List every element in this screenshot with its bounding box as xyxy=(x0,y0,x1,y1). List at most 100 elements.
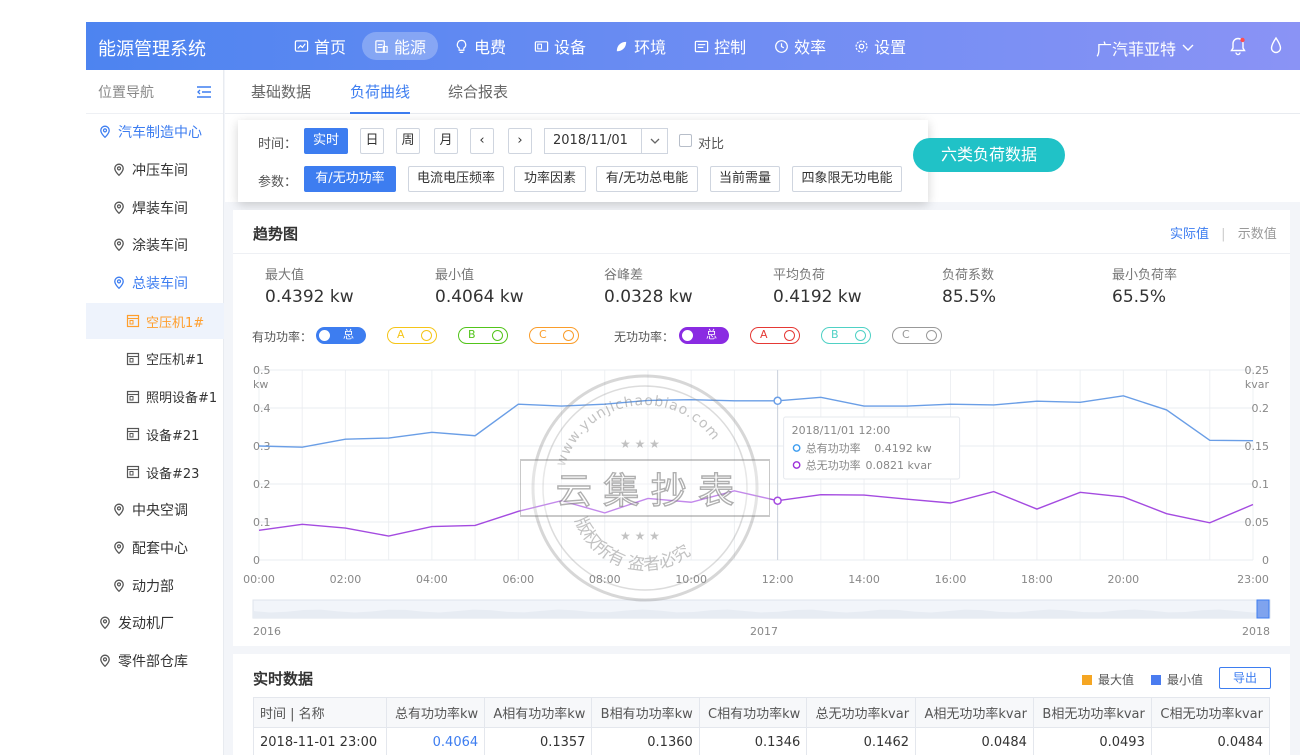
sub-tabs: 基础数据 负荷曲线 综合报表 xyxy=(225,70,1300,114)
y2-tick-label: 0.15 xyxy=(1245,440,1270,453)
location-pin-icon xyxy=(114,238,124,252)
nav-environment[interactable]: 环境 xyxy=(602,32,678,60)
panel-icon xyxy=(694,40,709,52)
toggle-knob xyxy=(855,329,866,341)
nav-device-label: 设备 xyxy=(554,38,587,57)
reactive-power-label: 无功功率： xyxy=(614,330,675,344)
y2-tick-label: 0.05 xyxy=(1245,516,1270,529)
sidebar-item[interactable]: 焊装车间 xyxy=(86,190,224,226)
legend-max: 最大值 xyxy=(1082,671,1134,688)
tab-report[interactable]: 综合报表 xyxy=(448,70,508,114)
active-power-label: 有功功率： xyxy=(252,330,313,344)
y2-tick-label: 0.2 xyxy=(1252,402,1270,415)
date-value: 2018/11/01 xyxy=(553,133,628,148)
sidebar-item[interactable]: 设备#23 xyxy=(86,454,224,490)
chart-line-icon xyxy=(294,39,309,52)
table-cell: 0.1346 xyxy=(698,727,808,755)
droplet-icon[interactable] xyxy=(1267,36,1285,56)
param-current-voltage-freq[interactable]: 电流电压频率 xyxy=(408,166,504,192)
device-box-icon xyxy=(126,466,140,479)
nav-home[interactable]: 首页 xyxy=(282,32,358,60)
stat-label: 负荷系数 xyxy=(942,268,995,283)
sidebar-item[interactable]: 配套中心 xyxy=(86,530,224,566)
reactive-toggle[interactable]: 总 xyxy=(679,327,729,344)
stat-value: 0.4192 kw xyxy=(773,287,862,307)
active-toggle[interactable]: C xyxy=(529,327,579,344)
prev-button[interactable]: ‹ xyxy=(470,128,494,154)
param-active-reactive-power[interactable]: 有/无功功率 xyxy=(304,166,396,192)
slider-label: 2018 xyxy=(1242,625,1270,638)
collapse-menu-icon[interactable] xyxy=(197,85,211,98)
sidebar-item[interactable]: 动力部 xyxy=(86,568,224,604)
sidebar-item-label: 焊装车间 xyxy=(132,200,188,217)
export-button[interactable]: 导出 xyxy=(1219,667,1271,689)
sidebar-item[interactable]: 冲压车间 xyxy=(86,152,224,188)
param-four-quadrant[interactable]: 四象限无功电能 xyxy=(792,166,902,192)
realtime-button[interactable]: 实时 xyxy=(304,128,348,154)
legend-max-label: 最大值 xyxy=(1098,673,1135,687)
x-tick-label: 08:00 xyxy=(589,573,621,586)
date-picker[interactable]: 2018/11/01 xyxy=(544,128,668,154)
sidebar-item[interactable]: 汽车制造中心 xyxy=(86,114,224,150)
tooltip-value: 0.0821 kvar xyxy=(865,459,932,472)
x-tick-label: 18:00 xyxy=(1021,573,1053,586)
tooltip-value: 0.4192 kw xyxy=(874,442,931,455)
nav-settings[interactable]: 设置 xyxy=(842,32,918,60)
sidebar-item[interactable]: 照明设备#1 xyxy=(86,379,224,415)
tab-basic-data[interactable]: 基础数据 xyxy=(251,70,311,114)
reactive-toggle[interactable]: B xyxy=(821,327,871,344)
sidebar-item[interactable]: 总装车间 xyxy=(86,265,224,301)
sidebar-item[interactable]: 零件部仓库 xyxy=(86,643,224,679)
actual-value-toggle[interactable]: 实际值 xyxy=(1170,227,1209,242)
bell-icon[interactable] xyxy=(1229,36,1247,56)
location-pin-icon xyxy=(114,503,124,517)
sidebar-item[interactable]: 发动机厂 xyxy=(86,605,224,641)
active-toggle[interactable]: A xyxy=(387,327,437,344)
toggle-label: 总 xyxy=(706,328,717,341)
hover-point-0 xyxy=(773,396,782,406)
day-button[interactable]: 日 xyxy=(360,128,384,154)
table-cell: 0.4064 xyxy=(385,727,486,755)
month-button[interactable]: 月 xyxy=(434,128,458,154)
sidebar-item[interactable]: 空压机#1 xyxy=(86,341,224,377)
tooltip-dot xyxy=(792,461,801,469)
next-button[interactable]: › xyxy=(508,128,532,154)
location-pin-icon xyxy=(100,125,110,139)
param-current-demand[interactable]: 当前需量 xyxy=(710,166,780,192)
compare-checkbox[interactable] xyxy=(679,134,692,147)
realtime-title: 实时数据 xyxy=(253,670,314,688)
company-selector[interactable]: 广汽菲亚特 xyxy=(1096,36,1194,60)
tooltip-name: 总有功功率 xyxy=(806,441,861,455)
legend-min: 最小值 xyxy=(1151,671,1203,688)
reactive-toggle[interactable]: C xyxy=(892,327,942,344)
nav-efficiency[interactable]: 效率 xyxy=(762,32,838,60)
toggle-label: B xyxy=(831,328,839,341)
column-header: A相无功功率kvar xyxy=(915,697,1034,728)
stat-label: 最小负荷率 xyxy=(1112,268,1178,283)
sidebar-item-label: 零件部仓库 xyxy=(118,654,188,671)
stat-label: 最小值 xyxy=(435,268,475,283)
week-button[interactable]: 周 xyxy=(396,128,420,154)
active-toggle[interactable]: 总 xyxy=(316,327,366,344)
sidebar-item[interactable]: 中央空调 xyxy=(86,492,224,528)
x-tick-label: 00:00 xyxy=(243,573,275,586)
nav-device[interactable]: 设备 xyxy=(522,32,598,60)
param-power-factor[interactable]: 功率因素 xyxy=(514,166,586,192)
x-tick-label: 20:00 xyxy=(1107,573,1139,586)
display-value-toggle[interactable]: 示数值 xyxy=(1238,227,1277,242)
six-load-data-badge: 六类负荷数据 xyxy=(913,138,1065,172)
sidebar-item[interactable]: 设备#21 xyxy=(86,416,224,452)
compare-label: 对比 xyxy=(698,137,725,152)
reactive-toggle[interactable]: A xyxy=(750,327,800,344)
tab-load-curve[interactable]: 负荷曲线 xyxy=(350,70,411,114)
param-label: 参数： xyxy=(258,175,298,190)
nav-electricity-fee[interactable]: 电费 xyxy=(442,32,518,60)
nav-control[interactable]: 控制 xyxy=(682,32,758,60)
trend-chart: 0.50.40.30.20.100.250.20.150.10.050kw kva… xyxy=(243,364,1271,638)
param-total-energy[interactable]: 有/无功总电能 xyxy=(596,166,698,192)
active-toggle[interactable]: B xyxy=(458,327,508,344)
sidebar-item[interactable]: 空压机1# xyxy=(86,303,224,339)
nav-energy[interactable]: 能源 xyxy=(362,32,439,60)
table-cell: 0.1462 xyxy=(806,727,917,755)
sidebar-item[interactable]: 涂装车间 xyxy=(86,227,224,263)
